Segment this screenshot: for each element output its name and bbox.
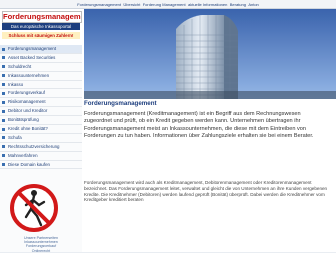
sidebar-item-domain-kaufen[interactable]: Diese Domain kaufen <box>0 161 82 170</box>
bullet-icon <box>2 145 5 149</box>
topnav-link[interactable]: Übersicht <box>123 2 140 7</box>
sidebar-item-risikomanagement[interactable]: Risikomanagement <box>0 98 82 108</box>
bullet-icon <box>2 47 5 51</box>
sidebar-item-bonitaetspruefung[interactable]: Bonitätsprüfung <box>0 116 82 126</box>
hero-image <box>84 9 336 99</box>
bullet-icon <box>2 163 5 167</box>
sidebar-item-label: Mahnverfahren <box>8 152 38 158</box>
sidebar-item-label: Inkasso <box>8 81 24 87</box>
partner-links: Unsere Partnerseiten Inkassounternehmen … <box>0 236 82 253</box>
topnav-link[interactable]: aktuelle Informationen <box>188 2 227 7</box>
sidebar-item-label: Forderungsmanagement <box>8 46 57 51</box>
sidebar-item-inkassounternehmen[interactable]: Inkassounternehmen <box>0 72 82 81</box>
sidebar-item-rechtsschutzversicherung[interactable]: Rechtsschutzversicherung <box>0 143 82 152</box>
logo-title: Forderungsmanagement <box>2 11 82 23</box>
page: Forderungsmanagement Übersicht Forderung… <box>0 0 336 253</box>
sidebar-item-label: Diese Domain kaufen <box>8 161 50 167</box>
topnav-link[interactable]: Beratung <box>230 2 246 7</box>
bullet-icon <box>2 109 5 113</box>
page-title: Forderungsmanagement <box>84 100 157 107</box>
bullet-icon <box>2 127 5 131</box>
bullet-icon <box>2 83 5 87</box>
sidebar-item-kredit-ohne-bonitaet[interactable]: Kredit ohne Bonität? <box>0 125 82 134</box>
bullet-icon <box>2 136 5 140</box>
sidebar-item-label: Schuldrecht <box>8 63 32 69</box>
bullet-icon <box>2 65 5 69</box>
bullet-icon <box>2 154 5 158</box>
skyscraper-image <box>84 9 336 99</box>
sidebar-item-label: Schufa <box>8 134 22 140</box>
bullet-icon <box>2 118 5 122</box>
sidebar-item-debitor-und-kreditor[interactable]: Debitor und Kreditor <box>0 107 82 117</box>
sidebar-item-asset-backed-securities[interactable]: Asset Backed Securities <box>0 54 82 63</box>
sidebar-item-inkasso[interactable]: Inkasso <box>0 81 82 90</box>
topnav-link[interactable]: Forderungsmanagement <box>77 2 121 7</box>
sidebar-item-label: Rechtsschutzversicherung <box>8 143 60 149</box>
sidebar-item-forderungsmanagement[interactable]: Forderungsmanagement <box>0 45 82 54</box>
sidebar-item-schufa[interactable]: Schufa <box>0 134 82 143</box>
sidebar-item-label: Inkassounternehmen <box>8 72 50 78</box>
no-entry-sign-icon <box>10 184 58 232</box>
sidebar-item-label: Risikomanagement <box>8 99 46 105</box>
bullet-icon <box>2 91 5 95</box>
topnav-link[interactable]: Forderung Management <box>143 2 186 7</box>
sidebar-item-label: Kredit ohne Bonität? <box>8 126 48 132</box>
bullet-icon <box>2 74 5 78</box>
bullet-icon <box>2 100 5 104</box>
partner-link[interactable]: Onlinerecht <box>0 249 82 253</box>
site-logo[interactable]: Forderungsmanagement Das europäische Ink… <box>0 9 82 43</box>
logo-tagline: Schluss mit säumigen Zahlern! <box>2 32 80 39</box>
detail-paragraph: Forderungsmanagement wird auch als Kredi… <box>84 180 328 203</box>
sidebar-item-mahnverfahren[interactable]: Mahnverfahren <box>0 152 82 161</box>
top-navigation: Forderungsmanagement Übersicht Forderung… <box>0 0 336 9</box>
sidebar-item-label: Bonitätsprüfung <box>8 117 39 123</box>
intro-paragraph: Forderungsmanagement (Kreditmanagement) … <box>84 111 314 139</box>
sidebar-item-label: Debitor und Kreditor <box>8 108 48 114</box>
bullet-icon <box>2 56 5 60</box>
sidebar-item-forderungsverkauf[interactable]: Forderungsverkauf <box>0 89 82 99</box>
sidebar-item-schuldrecht[interactable]: Schuldrecht <box>0 63 82 72</box>
topnav-link[interactable]: Anton <box>248 2 258 7</box>
logo-subtitle: Das europäische Inkassoportal <box>2 23 80 30</box>
sidebar-item-label: Forderungsverkauf <box>8 90 45 96</box>
sidebar-item-label: Asset Backed Securities <box>8 54 56 60</box>
